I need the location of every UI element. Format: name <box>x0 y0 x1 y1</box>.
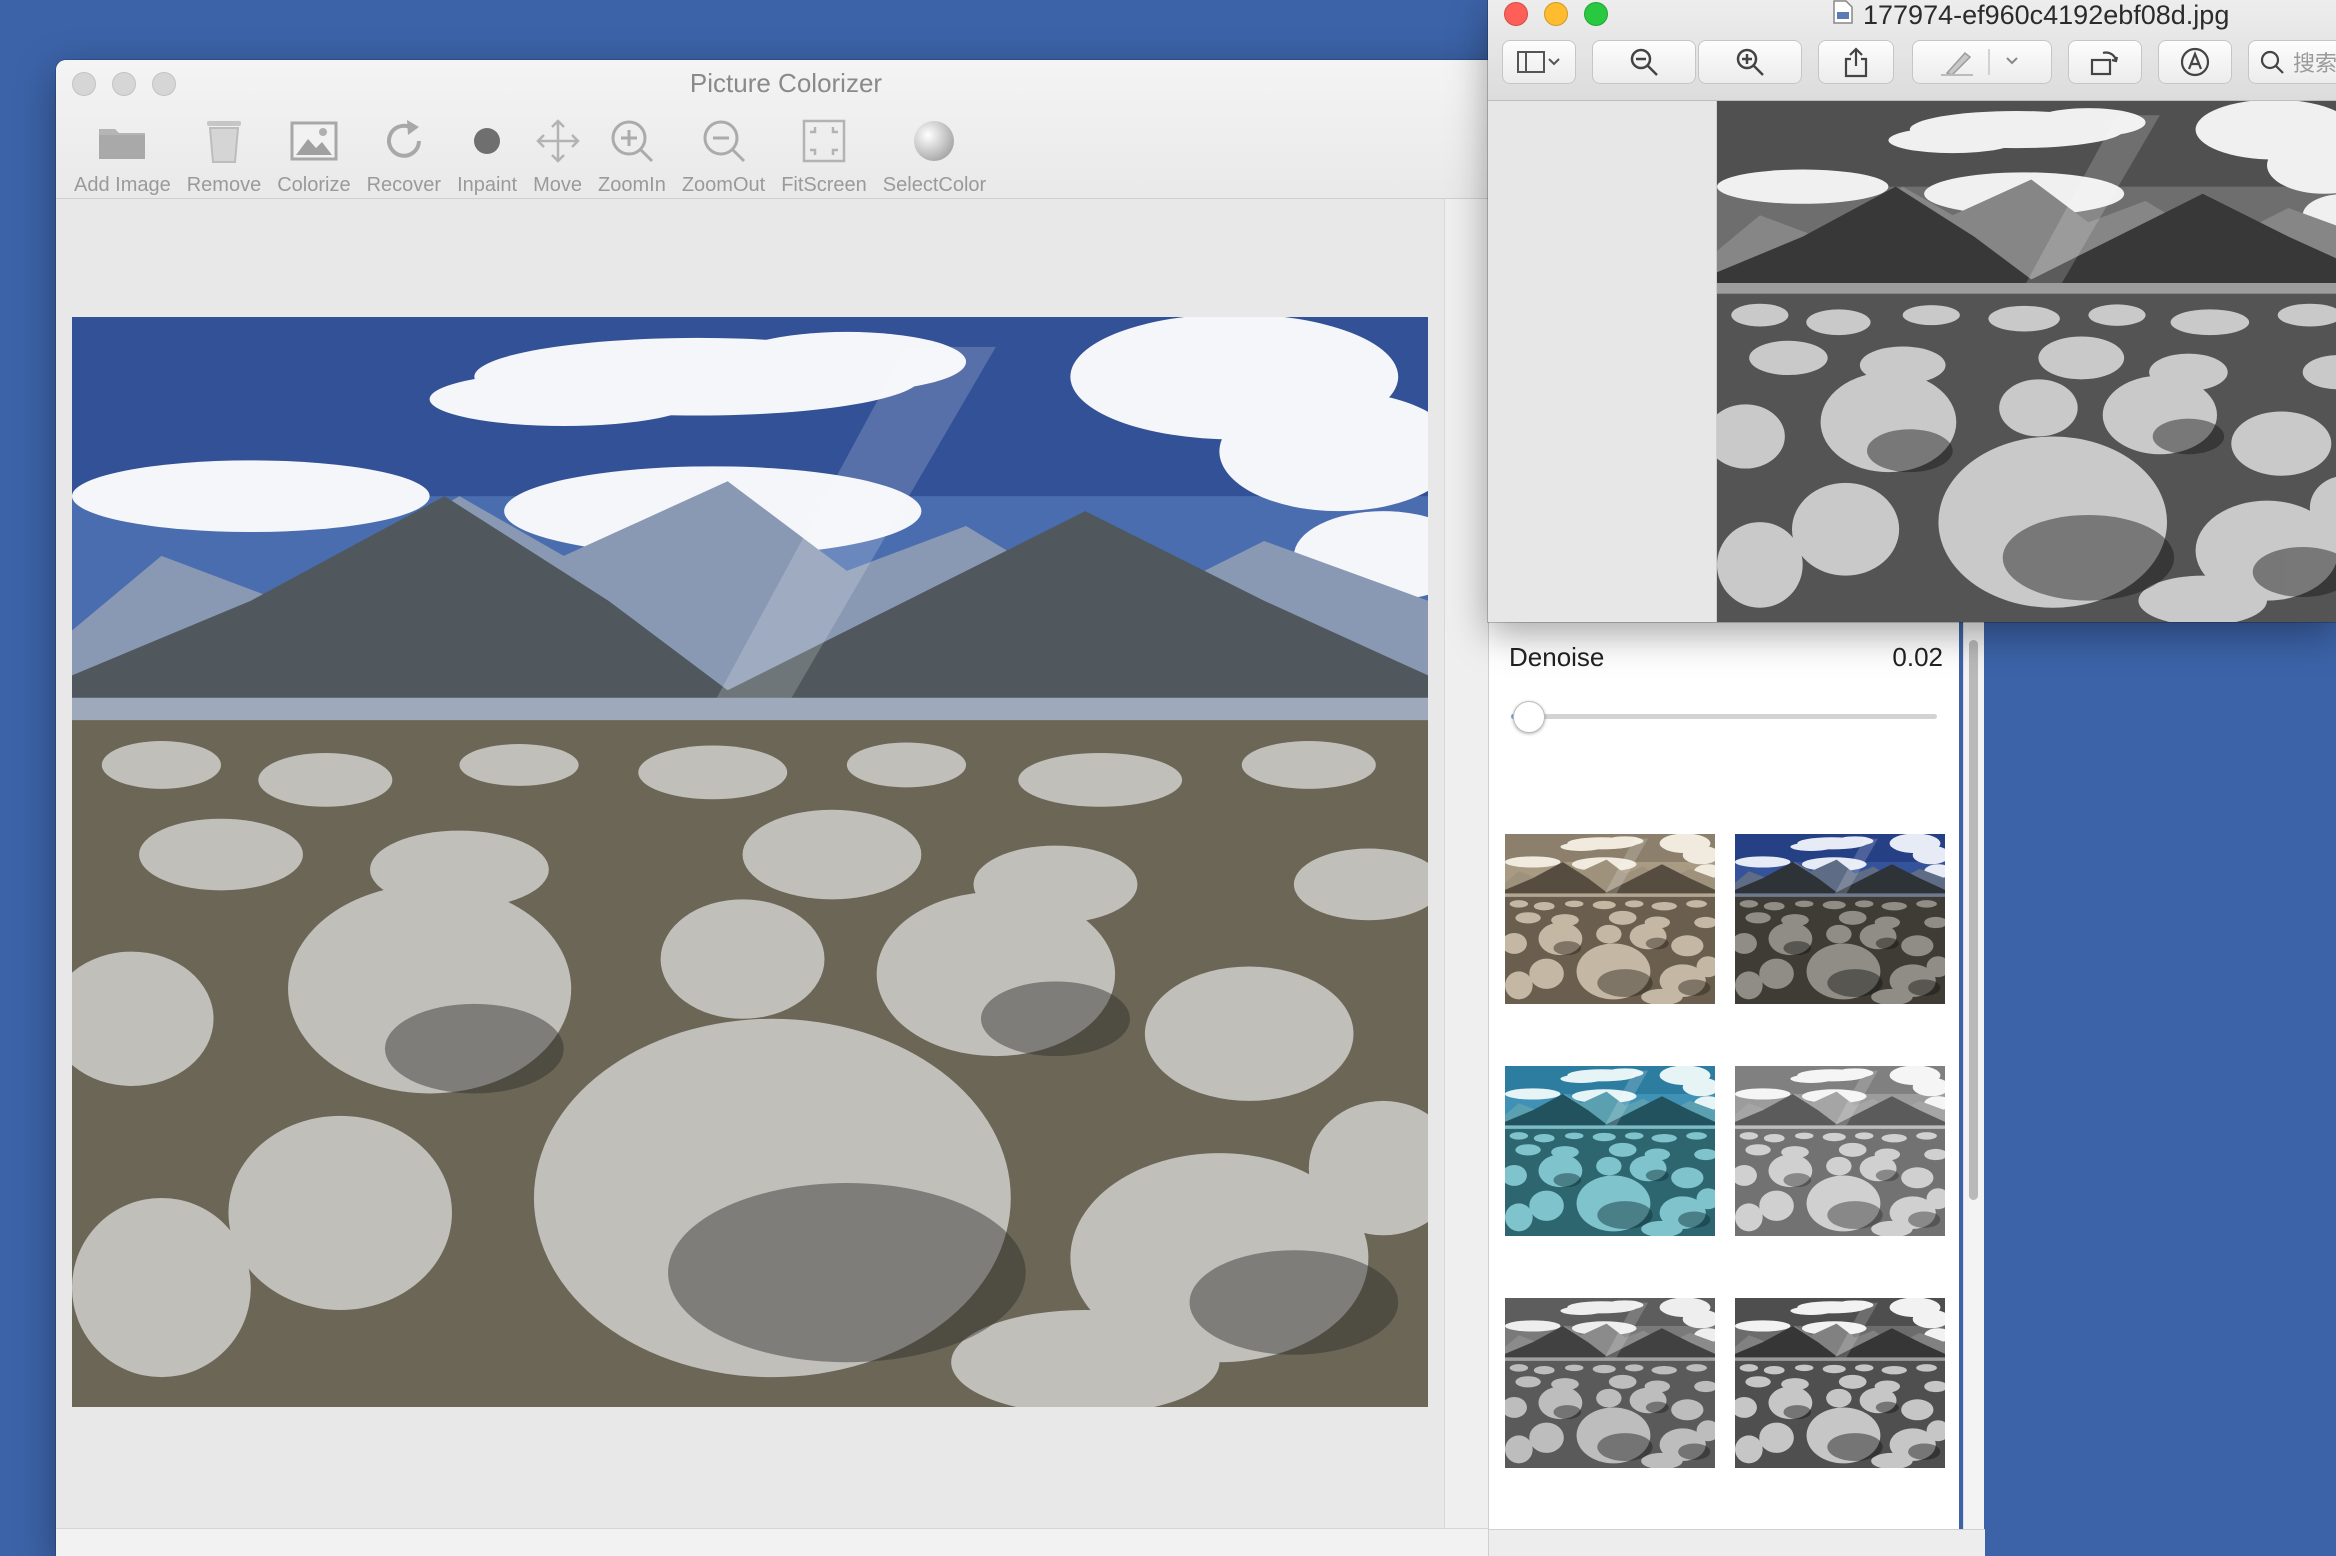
share-icon <box>1844 47 1868 78</box>
jpeg-file-icon <box>1833 0 1853 31</box>
sidebar-icon <box>1517 51 1560 73</box>
move-label: Move <box>533 174 583 196</box>
rotate-icon <box>2090 51 2119 76</box>
markup-pen-button[interactable] <box>1912 40 2052 84</box>
preview-zoom-out-button[interactable] <box>1592 40 1696 84</box>
thumbnail-teal-cyan[interactable] <box>1505 1066 1715 1236</box>
colorize-button[interactable]: Colorize <box>269 110 358 197</box>
panel-scroll-thumb[interactable] <box>1969 640 1978 1200</box>
denoise-value: 0.02 <box>1892 642 1943 672</box>
recover-icon <box>381 110 427 172</box>
thumbnail-grayscale-light[interactable] <box>1735 1066 1945 1236</box>
fit-screen-button[interactable]: FitScreen <box>773 110 875 197</box>
zoom-out-icon <box>1630 48 1658 76</box>
main-window: Picture Colorizer Add Image Remove Color… <box>56 60 1516 1556</box>
preview-title: 177974-ef960c4192ebf08d.jpg <box>1833 0 2229 31</box>
zoom-out-icon <box>701 110 747 172</box>
main-bottom-bar <box>56 1528 1516 1556</box>
move-button[interactable]: Move <box>525 110 590 197</box>
image-canvas[interactable] <box>56 199 1444 1529</box>
thumbnail-grayscale-mid[interactable] <box>1505 1298 1715 1468</box>
recover-button[interactable]: Recover <box>359 110 449 197</box>
image-icon <box>290 110 338 172</box>
dot-icon <box>472 110 502 172</box>
rotate-button[interactable] <box>2068 40 2142 84</box>
slider-track <box>1511 714 1937 719</box>
share-button[interactable] <box>1818 40 1894 84</box>
sidebar-toggle-button[interactable] <box>1502 40 1576 84</box>
move-icon <box>535 110 581 172</box>
denoise-slider[interactable] <box>1511 701 1937 733</box>
colorize-label: Colorize <box>277 174 351 196</box>
denoise-label: Denoise <box>1509 642 1605 672</box>
thumbnail-grayscale-contrast[interactable] <box>1735 1298 1945 1468</box>
zoom-in-button[interactable]: ZoomIn <box>590 110 674 197</box>
search-placeholder: 搜索 <box>2293 52 2336 77</box>
preview-window-controls <box>1504 2 1608 26</box>
inpaint-label: Inpaint <box>457 174 518 196</box>
search-field[interactable]: 搜索 <box>2248 40 2336 84</box>
zoom-in-icon <box>609 110 655 172</box>
zoom-in-label: ZoomIn <box>598 174 666 196</box>
remove-button[interactable]: Remove <box>179 110 269 197</box>
add-image-button[interactable]: Add Image <box>66 110 179 197</box>
main-toolbar: Add Image Remove Colorize Recover Inpain… <box>66 110 994 197</box>
preview-zoom-in-button[interactable] <box>1698 40 1802 84</box>
original-bw-photo <box>1717 101 2336 622</box>
main-titlebar: Picture Colorizer Add Image Remove Color… <box>56 60 1516 199</box>
colorized-photo <box>72 317 1428 1407</box>
markup-icon <box>2180 47 2210 77</box>
fit-screen-label: FitScreen <box>781 174 867 196</box>
adjustment-panel: Denoise 0.02 <box>1488 610 1985 1556</box>
trash-icon <box>204 110 244 172</box>
preview-filename: 177974-ef960c4192ebf08d.jpg <box>1863 0 2230 30</box>
slider-knob[interactable] <box>1513 701 1546 733</box>
preview-sidebar <box>1488 101 1717 622</box>
preview-zoom-button[interactable] <box>1584 2 1608 26</box>
preview-minimize-button[interactable] <box>1544 2 1568 26</box>
preview-window: 177974-ef960c4192ebf08d.jpg 搜索 <box>1488 0 2336 622</box>
pen-icon <box>1941 49 2018 76</box>
select-color-label: SelectColor <box>882 174 987 196</box>
zoom-out-button[interactable]: ZoomOut <box>674 110 773 197</box>
window-title: Picture Colorizer <box>689 68 883 98</box>
preview-close-button[interactable] <box>1504 2 1528 26</box>
select-color-button[interactable]: SelectColor <box>875 110 994 197</box>
inpaint-button[interactable]: Inpaint <box>449 110 525 197</box>
zoom-out-label: ZoomOut <box>681 174 766 196</box>
thumbnail-blue-dark[interactable] <box>1735 834 1945 1004</box>
color-sphere-icon <box>912 110 956 172</box>
denoise-row: Denoise 0.02 <box>1509 642 1943 673</box>
preview-titlebar: 177974-ef960c4192ebf08d.jpg 搜索 <box>1488 0 2336 101</box>
panel-bottom-bar <box>1489 1529 1985 1556</box>
panel-vertical-scrollbar[interactable] <box>1963 610 1984 1530</box>
style-thumbnails <box>1505 834 1945 1468</box>
fit-screen-icon <box>801 110 847 172</box>
add-image-label: Add Image <box>74 174 171 196</box>
recover-label: Recover <box>366 174 442 196</box>
search-icon <box>2260 50 2284 74</box>
remove-label: Remove <box>186 174 262 196</box>
preview-body <box>1488 101 2336 622</box>
markup-toolbar-button[interactable] <box>2158 40 2232 84</box>
thumbnail-sepia[interactable] <box>1505 834 1715 1004</box>
folder-icon <box>97 110 147 172</box>
zoom-in-icon <box>1736 48 1764 76</box>
